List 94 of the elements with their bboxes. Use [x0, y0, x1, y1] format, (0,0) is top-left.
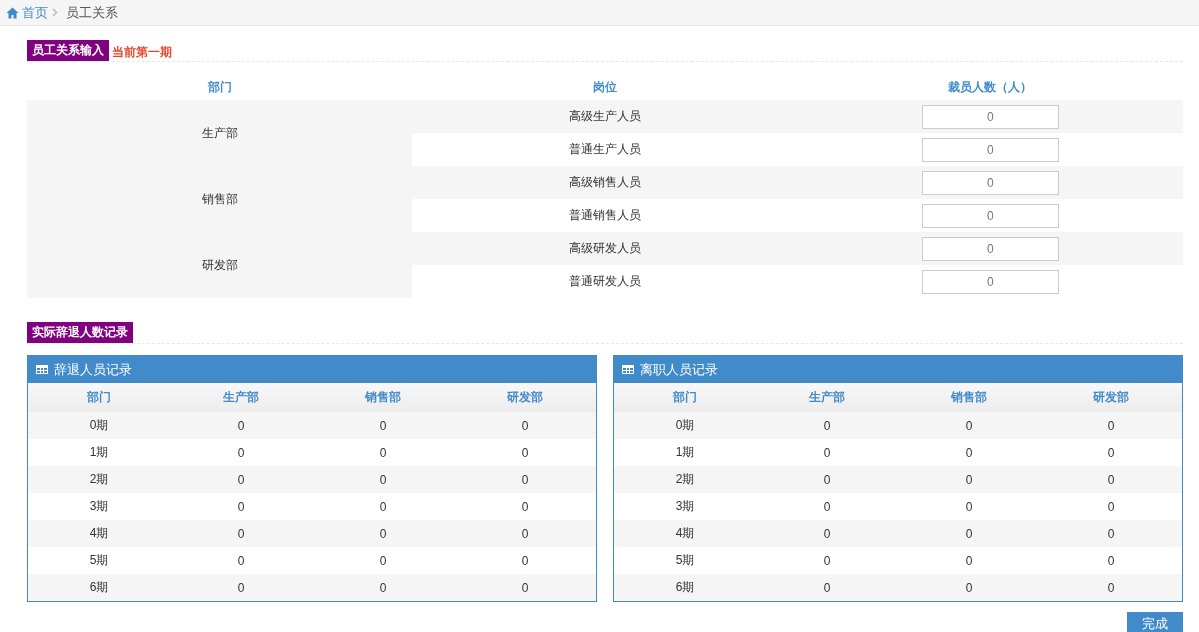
done-button[interactable]: 完成 — [1127, 612, 1183, 632]
table-cell: 3期 — [89, 499, 109, 513]
position-name: 高级研发人员 — [569, 241, 641, 255]
table-cell: 4期 — [675, 526, 695, 540]
table-cell: 0 — [965, 580, 973, 595]
table-cell: 1期 — [89, 445, 109, 459]
table-cell: 0 — [1107, 499, 1115, 514]
table-cell: 0 — [521, 553, 529, 568]
table-cell: 0期 — [89, 418, 109, 432]
section-label: 员工关系输入 — [27, 40, 109, 61]
column-header: 裁员人数（人） — [948, 79, 1033, 94]
table-cell: 0 — [965, 526, 973, 541]
table-cell: 0 — [965, 445, 973, 460]
table-cell: 5期 — [89, 553, 109, 567]
department-name: 生产部 — [201, 125, 238, 140]
column-header: 岗位 — [593, 79, 617, 94]
table-cell: 0 — [237, 472, 245, 487]
department-name: 销售部 — [201, 191, 238, 206]
section-label: 实际辞退人数记录 — [27, 322, 133, 343]
table-cell: 0 — [1107, 580, 1115, 595]
table-cell: 0 — [1107, 553, 1115, 568]
table-cell: 0 — [1107, 445, 1115, 460]
table-cell: 0 — [379, 418, 387, 433]
layoff-count-field[interactable]: 0 — [921, 269, 1059, 294]
table-icon — [622, 365, 634, 374]
table-cell: 0 — [823, 445, 831, 460]
table-cell: 0 — [521, 580, 529, 595]
position-name: 普通研发人员 — [569, 274, 641, 288]
table-cell: 0 — [237, 553, 245, 568]
column-header: 研发部 — [1093, 390, 1129, 404]
table-cell: 0 — [237, 526, 245, 541]
table-cell: 0 — [379, 526, 387, 541]
column-header: 部门 — [673, 390, 697, 404]
table-cell: 0 — [379, 472, 387, 487]
department-name: 研发部 — [201, 257, 238, 272]
table-cell: 0 — [965, 418, 973, 433]
layoff-count-field[interactable]: 0 — [921, 236, 1059, 261]
table-cell: 5期 — [675, 553, 695, 567]
table-cell: 0 — [1107, 472, 1115, 487]
table-cell: 2期 — [675, 472, 695, 486]
table-icon — [36, 365, 48, 374]
table-cell: 6期 — [89, 580, 109, 594]
table-cell: 0 — [379, 580, 387, 595]
table-cell: 2期 — [89, 472, 109, 486]
column-header: 生产部 — [223, 390, 259, 404]
column-header: 生产部 — [809, 390, 845, 404]
position-name: 高级生产人员 — [569, 109, 641, 123]
table-cell: 4期 — [89, 526, 109, 540]
layoff-count-field[interactable]: 0 — [921, 170, 1059, 195]
position-name: 高级销售人员 — [569, 175, 641, 189]
table-cell: 0 — [521, 472, 529, 487]
period-label: 当前第一期 — [112, 44, 172, 61]
table-cell: 0 — [521, 499, 529, 514]
table-cell: 0 — [379, 553, 387, 568]
column-header: 销售部 — [951, 390, 987, 404]
table-cell: 1期 — [675, 445, 695, 459]
table-cell: 0 — [521, 445, 529, 460]
table-cell: 0 — [823, 472, 831, 487]
breadcrumb-current: 员工关系 — [66, 3, 118, 22]
panel-title: 辞退人员记录 — [54, 360, 132, 379]
table-cell: 0 — [521, 526, 529, 541]
layoff-count-field[interactable]: 0 — [921, 203, 1059, 228]
table-cell: 0 — [237, 580, 245, 595]
column-header: 销售部 — [365, 390, 401, 404]
table-cell: 0 — [1107, 418, 1115, 433]
column-header: 部门 — [207, 79, 232, 94]
layoff-count-field[interactable]: 0 — [921, 137, 1059, 162]
table-cell: 0 — [379, 499, 387, 514]
column-header: 研发部 — [507, 390, 543, 404]
table-cell: 0 — [237, 499, 245, 514]
table-cell: 0 — [237, 445, 245, 460]
table-cell: 0 — [823, 418, 831, 433]
position-name: 普通销售人员 — [569, 208, 641, 222]
table-cell: 0 — [965, 553, 973, 568]
home-icon — [6, 6, 19, 19]
table-cell: 0 — [823, 526, 831, 541]
panel-title: 离职人员记录 — [640, 360, 718, 379]
layoff-count-field[interactable]: 0 — [921, 104, 1059, 129]
column-header: 部门 — [87, 390, 111, 404]
table-cell: 6期 — [675, 580, 695, 594]
table-cell: 0 — [237, 418, 245, 433]
table-cell: 0 — [823, 499, 831, 514]
table-cell: 3期 — [675, 499, 695, 513]
table-cell: 0 — [521, 418, 529, 433]
home-link[interactable]: 首页 — [6, 3, 48, 22]
table-cell: 0 — [823, 580, 831, 595]
table-cell: 0 — [823, 553, 831, 568]
table-cell: 0 — [1107, 526, 1115, 541]
table-cell: 0期 — [675, 418, 695, 432]
table-cell: 0 — [379, 445, 387, 460]
chevron-icon — [52, 8, 58, 17]
table-cell: 0 — [965, 472, 973, 487]
table-cell: 0 — [965, 499, 973, 514]
position-name: 普通生产人员 — [569, 142, 641, 156]
